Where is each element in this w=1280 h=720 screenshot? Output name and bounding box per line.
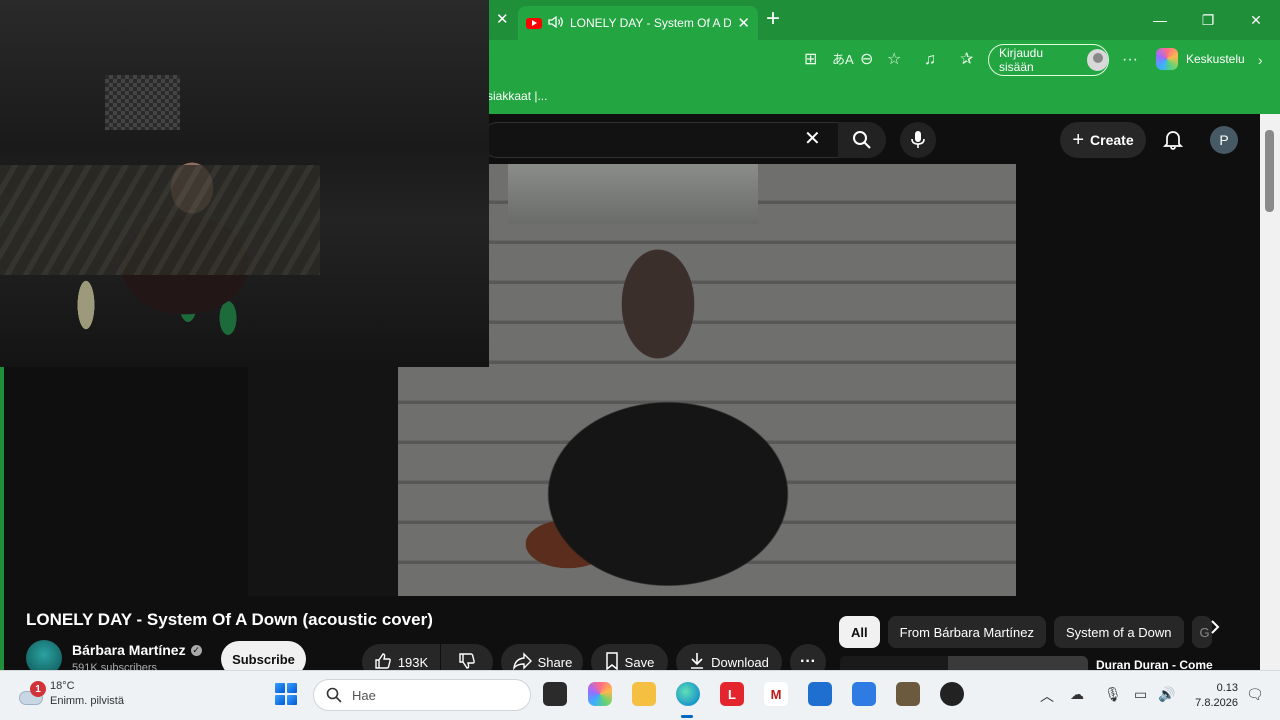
clear-search-icon[interactable]: ✕ [804, 126, 821, 151]
weather-description: Enimm. pilvistä [50, 695, 124, 707]
active-app-indicator [681, 715, 693, 718]
copilot-button[interactable]: Keskustelu [1156, 48, 1245, 70]
media-control-icon[interactable]: ♫ [924, 50, 936, 70]
recommendation-filter-chips: All From Bárbara Martínez System of a Do… [839, 616, 1212, 648]
restore-icon[interactable]: ❐ [1184, 0, 1232, 40]
weather-notification-badge: 1 [30, 681, 46, 697]
file-explorer-icon[interactable] [632, 682, 656, 706]
like-count: 193K [397, 654, 429, 670]
more-horizontal-icon: ··· [800, 653, 816, 670]
create-label: Create [1090, 132, 1134, 148]
save-label: Save [624, 654, 655, 670]
video-info-section: LONELY DAY - System Of A Down (acoustic … [4, 596, 1260, 680]
system-clock[interactable]: 0.13 7.8.2026 [1192, 681, 1238, 711]
webcam-overlay [0, 0, 489, 367]
chip-all[interactable]: All [839, 616, 880, 648]
microsoft-store-icon[interactable] [852, 682, 876, 706]
favorite-star-icon[interactable]: ☆ [887, 50, 901, 70]
favorites-icon[interactable]: ✰ [960, 50, 973, 70]
windows-taskbar: 1 18°C Enimm. pilvistä Hae L M ︿ ☁ 🎙 ▭ 🔊… [0, 670, 1280, 720]
video-title: LONELY DAY - System Of A Down (acoustic … [26, 610, 433, 629]
game-app-icon[interactable] [896, 682, 920, 706]
youtube-favicon-icon [526, 17, 542, 29]
taskbar-search-placeholder: Hae [352, 687, 376, 703]
app-available-icon[interactable]: ⊞ [804, 50, 817, 70]
sign-in-label: Kirjaudu sisään [999, 46, 1044, 74]
page-scrollbar[interactable] [1260, 114, 1280, 670]
plus-icon: + [1072, 128, 1085, 151]
translate-icon[interactable]: あA [832, 50, 854, 70]
search-icon [326, 687, 342, 703]
recommendation-thumbnail[interactable] [840, 656, 1088, 670]
chevron-right-icon[interactable]: › [1258, 50, 1263, 70]
outlook-icon[interactable] [808, 682, 832, 706]
chip-system-of-a-down[interactable]: System of a Down [1054, 616, 1184, 648]
search-icon [853, 131, 871, 149]
sign-in-button[interactable]: Kirjaudu sisään [988, 44, 1109, 76]
onedrive-icon[interactable]: ☁ [1070, 686, 1084, 703]
new-tab-button[interactable]: + [766, 5, 780, 33]
show-hidden-icons-icon[interactable]: ︿ [1040, 686, 1054, 706]
l-app-icon[interactable]: L [720, 682, 744, 706]
verified-badge-icon: ✓ [190, 644, 202, 656]
weather-temperature: 18°C [50, 680, 75, 692]
more-options-icon[interactable]: ··· [1122, 50, 1138, 70]
copilot-app-icon[interactable] [588, 682, 612, 706]
tab-close-icon[interactable]: ✕ [737, 14, 750, 32]
clock-time: 0.13 [1216, 682, 1238, 694]
minimize-icon[interactable]: — [1136, 0, 1184, 40]
channel-name: Bárbara Martínez [72, 642, 186, 658]
cloud-icon: 1 [16, 681, 46, 705]
profile-avatar-icon [1086, 49, 1108, 71]
notifications-bell-icon[interactable] [1162, 128, 1184, 155]
create-button[interactable]: + Create [1060, 122, 1146, 158]
copilot-logo-icon [1156, 48, 1178, 70]
chips-next-chevron-icon[interactable] [1209, 620, 1221, 639]
mcafee-icon[interactable]: M [764, 682, 788, 706]
youtube-profile-avatar[interactable]: P [1210, 126, 1238, 154]
task-view-icon[interactable] [543, 682, 567, 706]
taskbar-search[interactable]: Hae [313, 679, 531, 711]
copilot-label: Keskustelu [1186, 52, 1245, 66]
volume-icon[interactable]: 🔊 [1158, 686, 1175, 703]
recording-app-icon[interactable] [940, 682, 964, 706]
notification-center-icon[interactable]: 🗨 [1246, 686, 1264, 703]
share-label: Share [537, 654, 573, 670]
tab-youtube-lonely-day[interactable]: LONELY DAY - System Of A Down ✕ [518, 6, 758, 40]
weather-widget[interactable]: 1 18°C Enimm. pilvistä [16, 679, 124, 709]
search-button[interactable] [838, 122, 886, 158]
start-button[interactable] [275, 683, 297, 705]
edge-browser-icon[interactable] [676, 682, 700, 706]
favorites-item[interactable]: siakkaat |... [487, 89, 547, 103]
microphone-tray-icon[interactable]: 🎙 [1104, 686, 1122, 703]
download-label: Download [711, 654, 769, 670]
window-controls: — ❐ ✕ [1136, 0, 1280, 40]
chip-from-channel[interactable]: From Bárbara Martínez [887, 616, 1046, 648]
channel-name-link[interactable]: Bárbara Martínez ✓ [72, 642, 202, 658]
microphone-icon [911, 131, 925, 148]
clock-date: 7.8.2026 [1195, 697, 1238, 709]
network-icon[interactable]: ▭ [1134, 686, 1147, 703]
previous-tab-close-icon[interactable]: ✕ [496, 10, 509, 28]
youtube-search-input[interactable] [480, 122, 840, 158]
voice-search-button[interactable] [900, 122, 936, 158]
scrollbar-thumb[interactable] [1265, 130, 1274, 212]
tab-title: LONELY DAY - System Of A Down [570, 16, 732, 30]
close-window-icon[interactable]: ✕ [1232, 0, 1280, 40]
zoom-out-icon[interactable]: ⊖ [860, 50, 873, 70]
speaker-icon[interactable] [548, 15, 564, 32]
